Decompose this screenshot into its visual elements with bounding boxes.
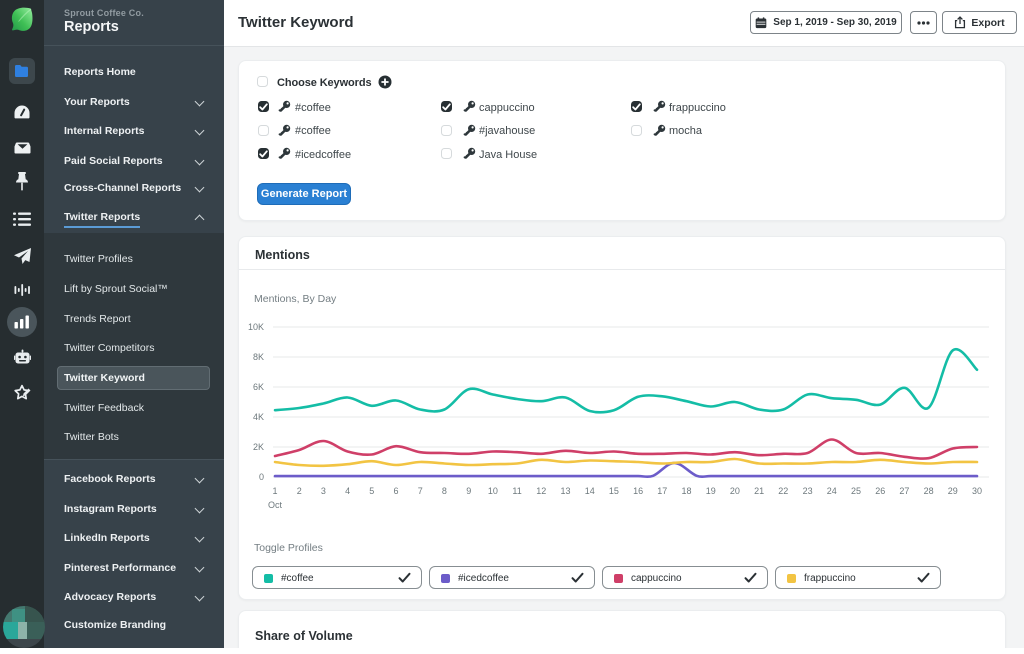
- svg-text:5: 5: [369, 486, 374, 496]
- svg-text:23: 23: [803, 486, 813, 496]
- svg-text:2K: 2K: [253, 442, 264, 452]
- svg-text:29: 29: [948, 486, 958, 496]
- svg-text:21: 21: [754, 486, 764, 496]
- svg-text:8K: 8K: [253, 352, 264, 362]
- svg-text:2: 2: [297, 486, 302, 496]
- svg-text:18: 18: [681, 486, 691, 496]
- svg-text:1: 1: [272, 486, 277, 496]
- svg-text:10: 10: [488, 486, 498, 496]
- svg-text:9: 9: [466, 486, 471, 496]
- svg-text:14: 14: [585, 486, 595, 496]
- svg-text:20: 20: [730, 486, 740, 496]
- svg-text:4: 4: [345, 486, 350, 496]
- svg-text:11: 11: [512, 486, 521, 496]
- svg-text:3: 3: [321, 486, 326, 496]
- svg-text:27: 27: [899, 486, 909, 496]
- svg-text:16: 16: [633, 486, 643, 496]
- svg-text:Oct: Oct: [268, 500, 283, 510]
- svg-text:6: 6: [393, 486, 398, 496]
- svg-text:13: 13: [560, 486, 570, 496]
- svg-text:24: 24: [827, 486, 837, 496]
- svg-text:0: 0: [259, 472, 264, 482]
- svg-text:12: 12: [536, 486, 546, 496]
- svg-text:10K: 10K: [248, 322, 264, 332]
- svg-text:26: 26: [875, 486, 885, 496]
- svg-text:4K: 4K: [253, 412, 264, 422]
- svg-text:30: 30: [972, 486, 982, 496]
- svg-text:15: 15: [609, 486, 619, 496]
- svg-text:28: 28: [924, 486, 934, 496]
- svg-text:8: 8: [442, 486, 447, 496]
- svg-text:25: 25: [851, 486, 861, 496]
- svg-text:19: 19: [706, 486, 716, 496]
- svg-text:6K: 6K: [253, 382, 264, 392]
- svg-text:17: 17: [657, 486, 667, 496]
- svg-text:7: 7: [418, 486, 423, 496]
- svg-text:22: 22: [778, 486, 788, 496]
